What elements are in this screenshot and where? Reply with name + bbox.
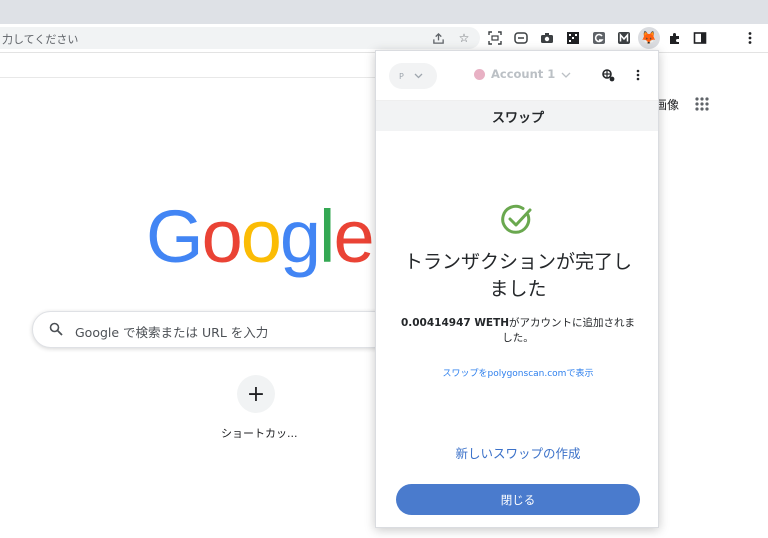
- plus-icon: +: [246, 381, 266, 407]
- metamask-header: P Account 1: [376, 51, 658, 101]
- logo-letter: e: [333, 195, 374, 278]
- view-on-explorer-link[interactable]: スワップをpolygonscan.comで表示: [396, 366, 640, 379]
- shortcut-label: ショートカッ...: [221, 427, 298, 440]
- metamask-popup: P Account 1 スワップ トランザクションが完了しました 0.00414…: [375, 50, 659, 528]
- page-divider: [0, 77, 376, 78]
- apps-grid-icon[interactable]: [695, 96, 709, 111]
- extension-icon[interactable]: [513, 30, 529, 46]
- logo-letter: l: [319, 195, 336, 278]
- m-icon[interactable]: [616, 30, 632, 46]
- close-button[interactable]: 閉じる: [396, 484, 640, 515]
- account-selector[interactable]: Account 1: [474, 67, 571, 81]
- screenshot-icon[interactable]: [487, 30, 503, 46]
- search-placeholder: Google で検索または URL を入力: [75, 325, 269, 340]
- success-check-icon: [500, 203, 534, 237]
- tab-strip: [0, 0, 768, 24]
- logo-letter: o: [240, 195, 282, 278]
- sidepanel-icon[interactable]: [692, 30, 708, 46]
- logo-letter: o: [201, 195, 243, 278]
- qr-icon[interactable]: [565, 30, 581, 46]
- account-menu-icon[interactable]: [630, 67, 646, 83]
- account-name: Account 1: [491, 67, 556, 81]
- new-swap-button[interactable]: 新しいスワップの作成: [396, 443, 640, 462]
- logo-letter: g: [279, 195, 321, 278]
- transaction-complete-title: トランザクションが完了しました: [403, 251, 632, 300]
- google-search-box[interactable]: Google で検索または URL を入力: [32, 311, 392, 348]
- account-avatar: [474, 68, 485, 80]
- address-bar-text: 力してください: [2, 33, 79, 46]
- swap-title: スワップ: [491, 110, 544, 126]
- logo-letter: G: [146, 195, 204, 278]
- camera-icon[interactable]: [539, 30, 555, 46]
- browser-toolbar: 力してください ☆ 🦊: [0, 24, 768, 53]
- grammarly-icon[interactable]: [591, 30, 607, 46]
- swap-title-bar: スワップ: [376, 101, 658, 131]
- chevron-down-icon: [414, 72, 423, 81]
- network-selector[interactable]: P: [389, 63, 437, 89]
- amount-added-text: 0.00414947 WETHがアカウントに追加されました。: [398, 316, 638, 346]
- connected-sites-icon[interactable]: [600, 67, 616, 83]
- chevron-down-icon: [561, 67, 571, 81]
- amount-value: 0.00414947 WETH: [400, 317, 510, 329]
- share-icon[interactable]: [430, 30, 446, 46]
- amount-suffix: がアカウントに追加されました。: [502, 317, 636, 344]
- add-shortcut-button[interactable]: +: [237, 375, 275, 413]
- address-bar[interactable]: 力してください ☆: [0, 27, 480, 49]
- kebab-menu-icon[interactable]: [742, 30, 758, 46]
- network-label: P: [399, 71, 404, 81]
- search-icon: [49, 321, 65, 337]
- star-icon[interactable]: ☆: [456, 30, 472, 46]
- google-logo: Google: [146, 194, 375, 279]
- metamask-fox-icon[interactable]: 🦊: [638, 27, 660, 49]
- puzzle-icon[interactable]: [667, 30, 683, 46]
